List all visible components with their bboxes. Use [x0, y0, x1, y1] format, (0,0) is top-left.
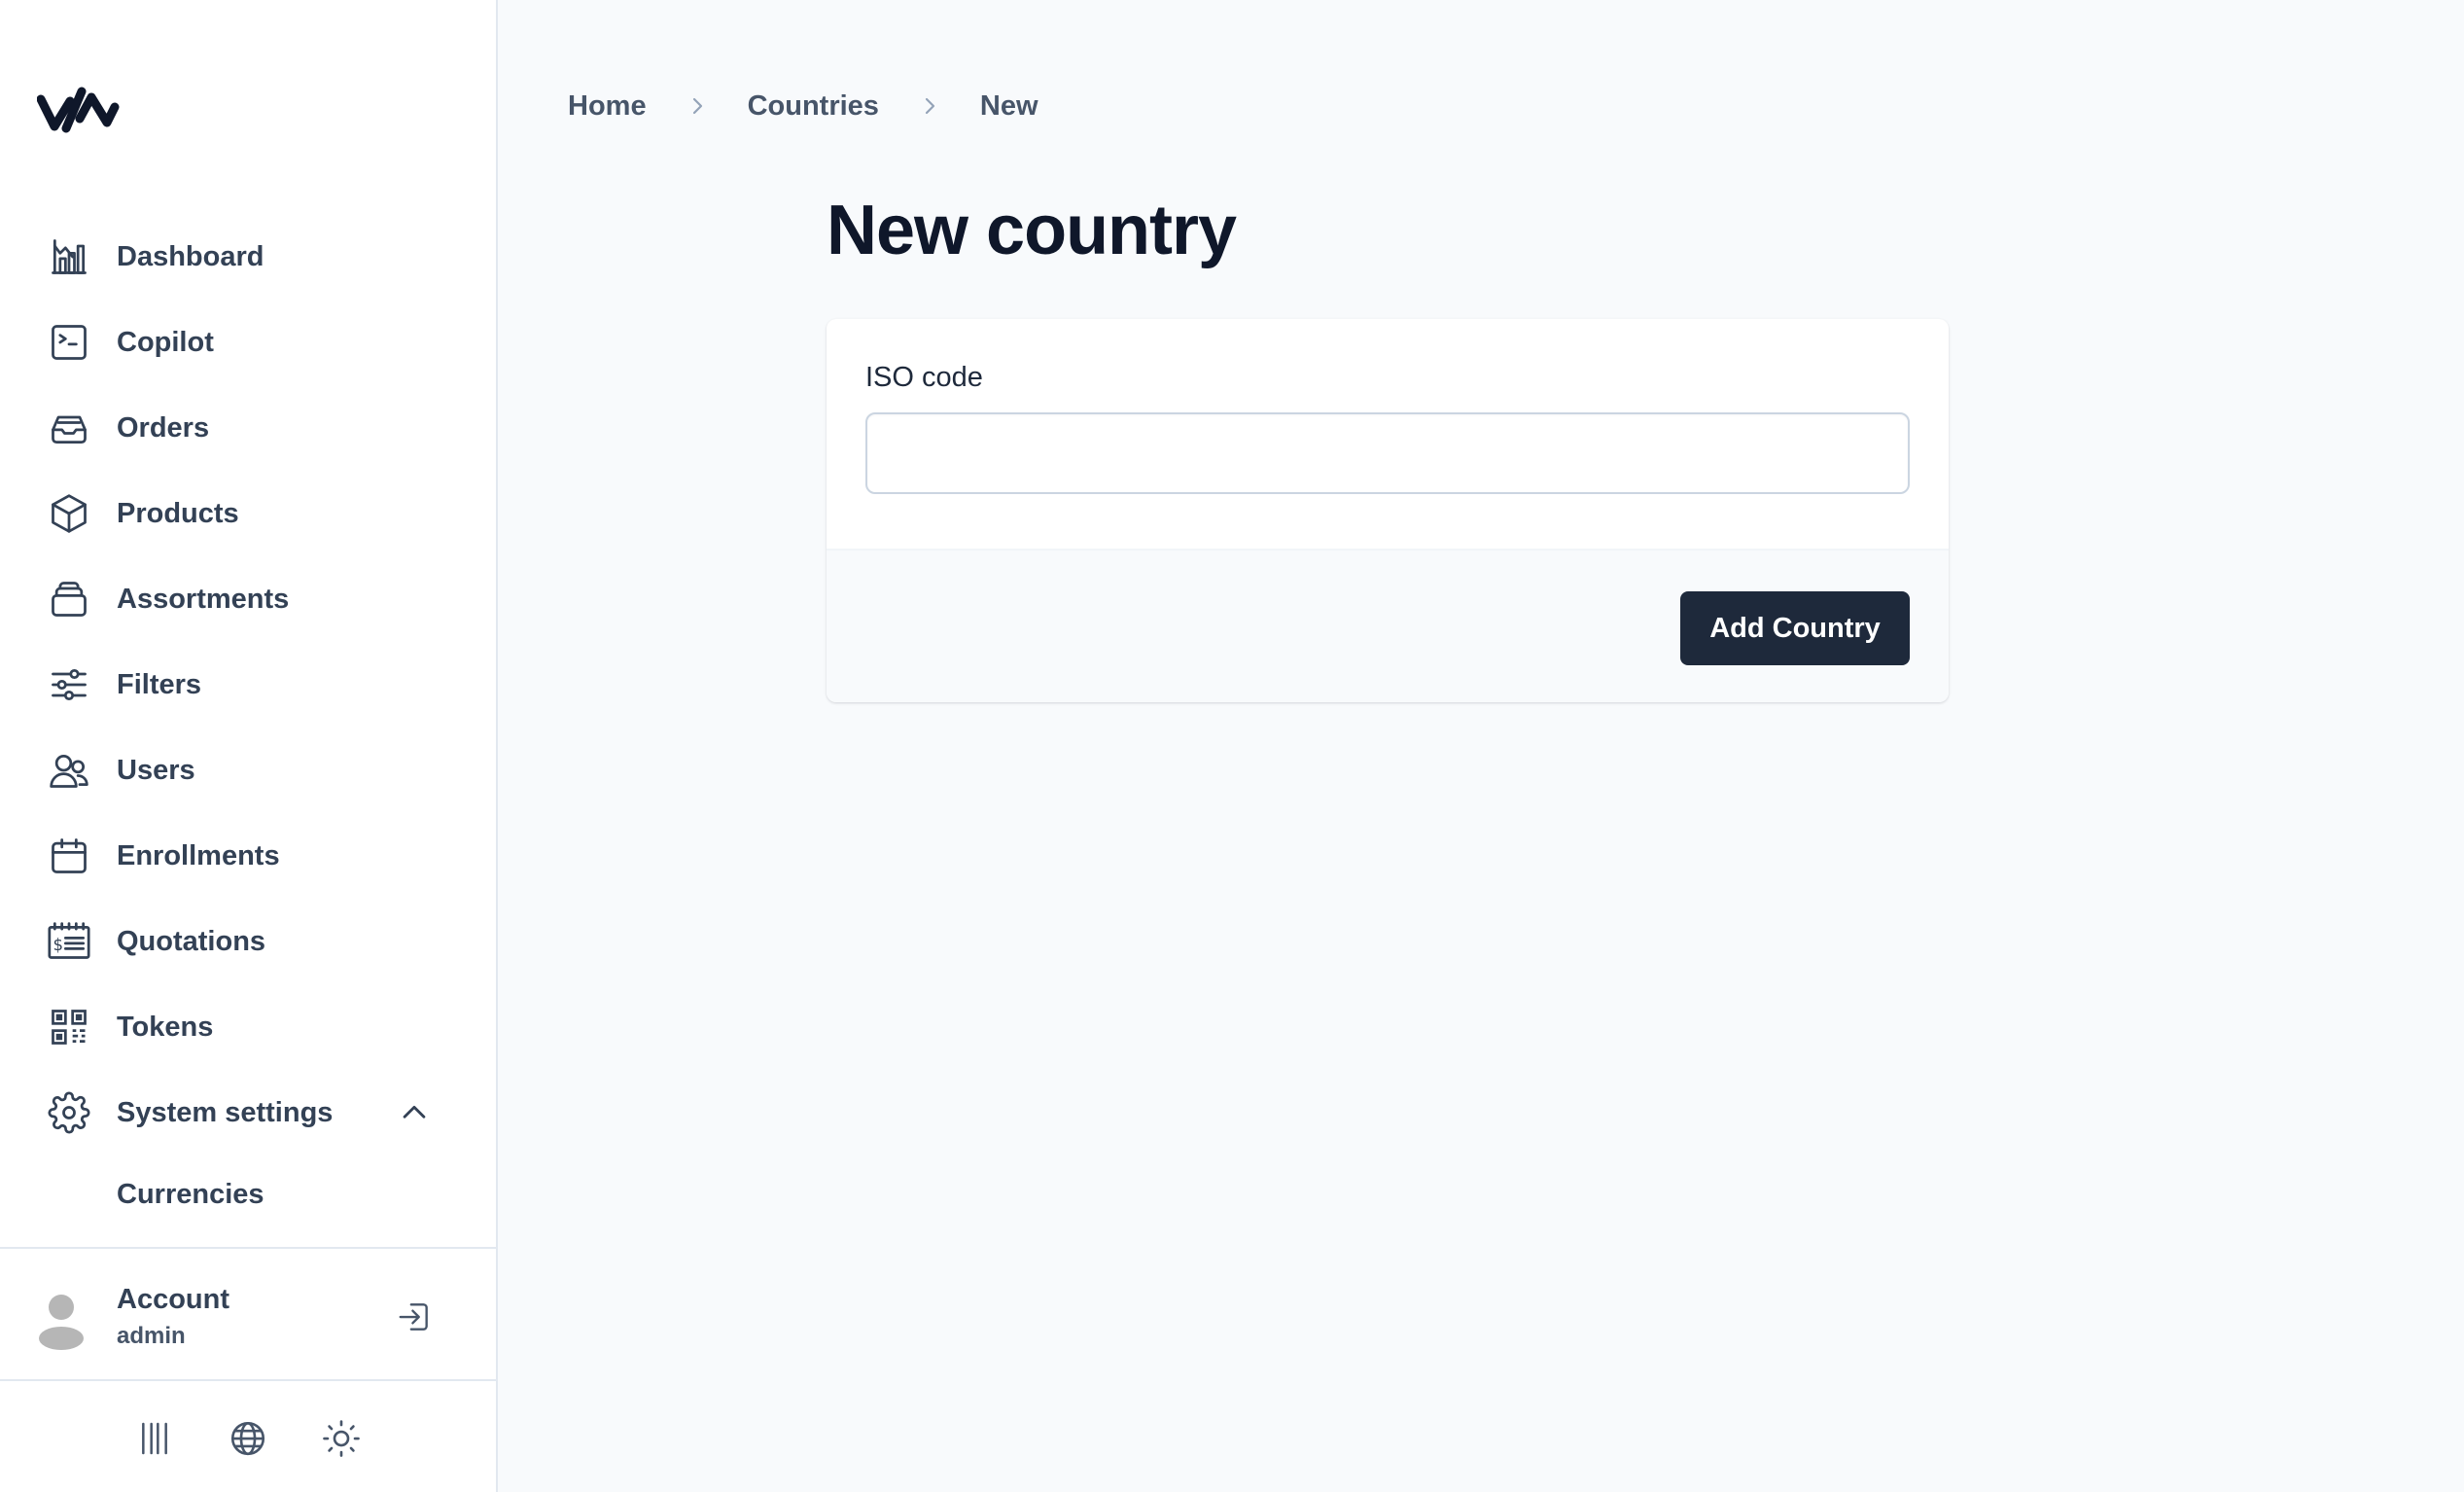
globe-icon[interactable]: [226, 1416, 270, 1461]
sun-icon[interactable]: [319, 1416, 364, 1461]
gear-icon: [45, 1088, 93, 1137]
sidebar-item-quotations[interactable]: $ Quotations: [0, 899, 496, 984]
sidebar-item-label: Tokens: [117, 1011, 214, 1043]
svg-text:$: $: [53, 936, 64, 954]
breadcrumb: Home Countries New: [568, 86, 1038, 126]
form-body: ISO code: [827, 319, 1949, 549]
sidebar-item-dashboard[interactable]: Dashboard: [0, 214, 496, 300]
barcode-icon[interactable]: [132, 1416, 177, 1461]
iso-code-label: ISO code: [865, 362, 983, 393]
sidebar-item-label: Products: [117, 497, 239, 529]
sidebar-item-label: Dashboard: [117, 240, 264, 272]
logout-icon[interactable]: [393, 1296, 436, 1338]
iso-code-input[interactable]: [865, 412, 1910, 494]
sidebar-item-assortments[interactable]: Assortments: [0, 556, 496, 642]
sidebar-item-label: Quotations: [117, 925, 266, 957]
sidebar-item-label: Orders: [117, 411, 210, 444]
sidebar-item-copilot[interactable]: Copilot: [0, 300, 496, 385]
sidebar-subitem-currencies[interactable]: Currencies: [0, 1155, 496, 1233]
sidebar-item-filters[interactable]: Filters: [0, 642, 496, 728]
calendar-icon: [45, 832, 93, 880]
new-country-form: ISO code Add Country: [827, 319, 1949, 702]
cube-icon: [45, 489, 93, 538]
chevron-right-icon: [678, 87, 717, 125]
chevron-up-icon[interactable]: [393, 1091, 436, 1134]
app: Dashboard Copilot Orders Products Assort…: [0, 0, 2464, 1492]
sidebar-tools: [0, 1383, 496, 1492]
sidebar-item-label: Assortments: [117, 583, 290, 615]
page-title: New country: [827, 192, 1237, 269]
sidebar-item-label: System settings: [117, 1096, 334, 1128]
sidebar-item-label: Users: [117, 754, 195, 786]
unchained-logo-icon[interactable]: [36, 78, 121, 138]
chart-bar-icon: [45, 232, 93, 281]
breadcrumb-home[interactable]: Home: [568, 90, 647, 123]
sidebar-subitem-label: Currencies: [117, 1178, 264, 1210]
sidebar-item-tokens[interactable]: Tokens: [0, 984, 496, 1070]
breadcrumb-countries[interactable]: Countries: [748, 90, 879, 123]
sidebar-item-label: Copilot: [117, 326, 214, 358]
account-role: admin: [117, 1323, 186, 1349]
sidebar-item-system-settings[interactable]: System settings: [0, 1070, 496, 1155]
sidebar-nav: Dashboard Copilot Orders Products Assort…: [0, 214, 496, 1233]
sidebar-item-products[interactable]: Products: [0, 471, 496, 556]
terminal-icon: [45, 318, 93, 367]
form-footer: Add Country: [827, 549, 1949, 702]
rectangle-stack-icon: [45, 575, 93, 623]
sidebar-item-enrollments[interactable]: Enrollments: [0, 813, 496, 899]
sidebar: Dashboard Copilot Orders Products Assort…: [0, 0, 498, 1492]
breadcrumb-current[interactable]: New: [980, 90, 1038, 123]
sidebar-item-label: Enrollments: [117, 839, 280, 871]
avatar[interactable]: [37, 1292, 86, 1350]
sidebar-item-orders[interactable]: Orders: [0, 385, 496, 471]
chevron-right-icon: [910, 87, 949, 125]
inbox-stack-icon: [45, 404, 93, 452]
add-country-button[interactable]: Add Country: [1680, 591, 1910, 665]
sidebar-item-label: Filters: [117, 668, 202, 700]
adjustments-icon: [45, 660, 93, 709]
users-icon: [45, 746, 93, 795]
qr-code-icon: [45, 1003, 93, 1051]
account-panel: Account admin: [0, 1247, 496, 1381]
account-name[interactable]: Account: [117, 1284, 229, 1316]
receipt-icon: $: [45, 917, 93, 966]
sidebar-item-users[interactable]: Users: [0, 728, 496, 813]
